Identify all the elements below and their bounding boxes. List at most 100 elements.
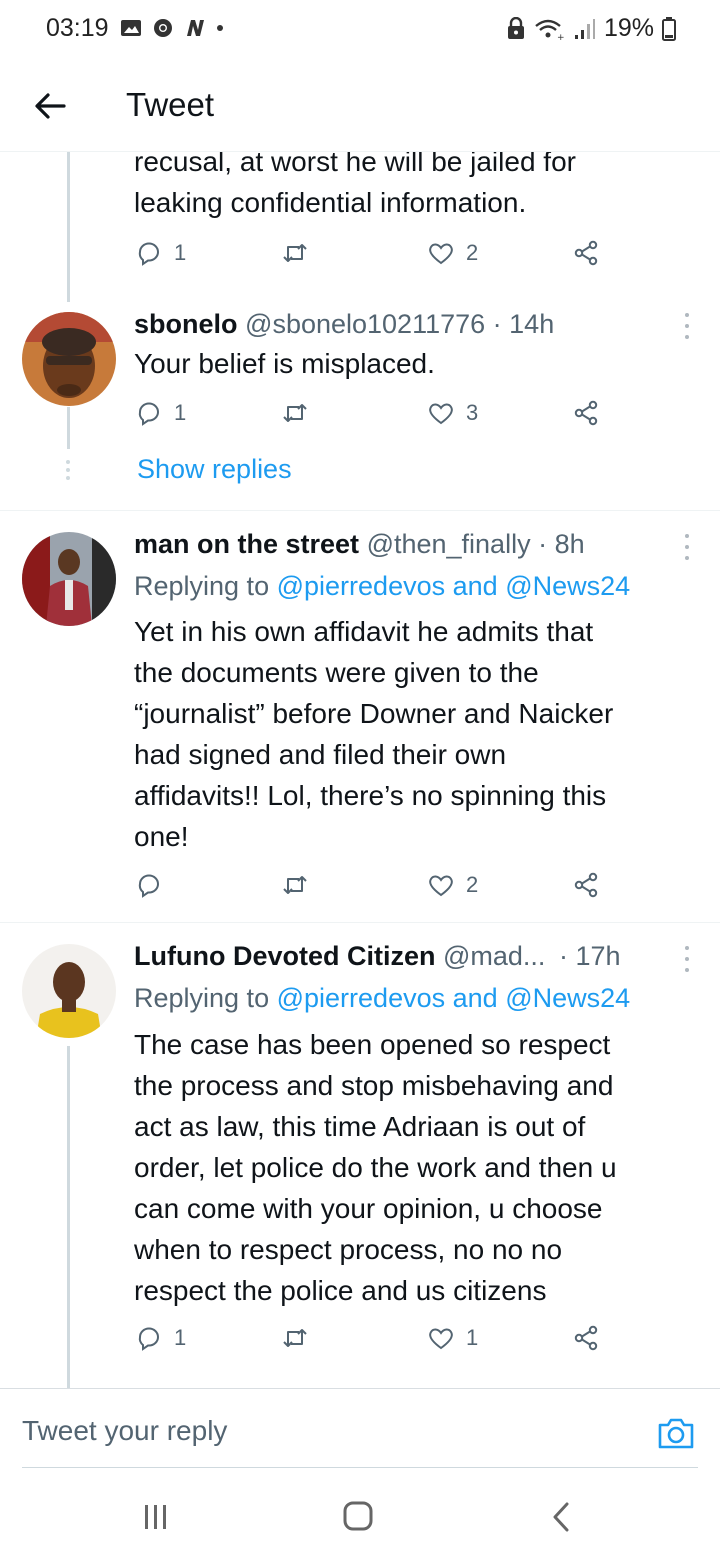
- share-button[interactable]: [572, 398, 602, 428]
- tweet-text-line: Yet in his own affidavit he admits that: [134, 616, 594, 647]
- mention-link[interactable]: @News24: [505, 983, 630, 1013]
- share-button[interactable]: [572, 1323, 602, 1353]
- reply-icon: [138, 1327, 159, 1351]
- retweet-icon: [283, 876, 307, 894]
- tweet-time: · 14h: [492, 309, 555, 339]
- divider: [22, 1467, 698, 1468]
- like-button[interactable]: 3: [426, 398, 478, 428]
- replying-and: and: [452, 571, 498, 601]
- status-bar: 03:19 + 19%: [0, 0, 720, 62]
- share-icon: [574, 400, 598, 426]
- tweet-text-line: when to respect process, no no no: [134, 1234, 563, 1265]
- avatar-image: [22, 312, 116, 406]
- like-button[interactable]: 1: [426, 1323, 478, 1353]
- author-handle[interactable]: @mad...: [443, 941, 545, 971]
- thread-dots: [66, 460, 70, 480]
- tweet-text-line: the process and stop misbehaving and: [134, 1070, 614, 1101]
- like-count: 3: [466, 400, 479, 425]
- tweet-time: · 8h: [538, 529, 585, 559]
- lock-icon: [507, 16, 524, 39]
- tweet-actions: 1 1: [134, 1323, 614, 1359]
- retweet-icon: [283, 404, 307, 422]
- share-icon: [574, 240, 598, 266]
- tweet-reply-input[interactable]: Tweet your reply: [22, 1415, 227, 1447]
- tweet-text-line: the documents were given to the: [134, 657, 539, 688]
- mention-link[interactable]: @News24: [505, 571, 630, 601]
- avatar[interactable]: [22, 312, 116, 406]
- top-app-bar: Tweet: [0, 62, 720, 152]
- retweet-button[interactable]: [280, 398, 320, 428]
- author-handle[interactable]: @sbonelo10211776: [245, 309, 485, 339]
- tweet-text-line: respect the police and us citizens: [134, 1275, 547, 1306]
- dot-icon: [217, 25, 223, 31]
- reply-count: 1: [174, 1325, 187, 1350]
- status-time: 03:19: [46, 14, 109, 42]
- heart-icon: [429, 1328, 453, 1350]
- tweet-actions: 1 3: [134, 398, 614, 434]
- tweet-actions: 2: [134, 870, 614, 906]
- author-name[interactable]: man on the street: [134, 529, 359, 559]
- retweet-button[interactable]: [280, 870, 320, 900]
- avatar-image: [22, 944, 116, 1038]
- back-arrow-icon[interactable]: [30, 86, 70, 126]
- share-button[interactable]: [572, 238, 602, 268]
- retweet-button[interactable]: [280, 238, 320, 268]
- more-options-icon[interactable]: [680, 534, 694, 560]
- tweet-text-line: had signed and filed their own: [134, 739, 507, 770]
- like-button[interactable]: 2: [426, 870, 478, 900]
- tweet-text-line: The case has been opened so respect: [134, 1029, 611, 1060]
- reply-button[interactable]: 1: [134, 1323, 186, 1353]
- tweet-text: Your belief is misplaced.: [134, 348, 435, 379]
- retweet-icon: [283, 244, 307, 262]
- tweet-feed[interactable]: recusal, at worst he will be jailed for …: [0, 152, 720, 1388]
- avatar[interactable]: [22, 532, 116, 626]
- reply-button[interactable]: 1: [134, 398, 186, 428]
- heart-icon: [429, 403, 453, 425]
- gallery-icon: [121, 20, 141, 36]
- share-icon: [574, 872, 598, 898]
- recent-apps-icon[interactable]: [136, 1500, 176, 1534]
- replying-to: Replying to @pierredevos and @News24: [134, 983, 630, 1014]
- author-handle[interactable]: @then_finally: [367, 529, 531, 559]
- system-nav-bar: [0, 1470, 720, 1560]
- mention-link[interactable]: @pierredevos: [277, 983, 446, 1013]
- reply-button[interactable]: 1: [134, 238, 186, 268]
- home-icon[interactable]: [338, 1500, 378, 1534]
- camera-icon[interactable]: [656, 1413, 696, 1453]
- tweet-text-line: leaking confidential information.: [134, 187, 527, 218]
- tweet-header: Lufuno Devoted Citizen @mad... · 17h: [134, 941, 621, 972]
- news-app-icon: [187, 20, 204, 36]
- divider: [0, 510, 720, 511]
- reply-icon: [138, 402, 159, 426]
- battery-percent: 19%: [603, 14, 654, 42]
- show-replies-link[interactable]: Show replies: [137, 454, 292, 485]
- like-count: 2: [466, 240, 479, 265]
- like-button[interactable]: 2: [426, 238, 478, 268]
- tweet-actions: 1 2: [134, 238, 614, 274]
- replying-to: Replying to @pierredevos and @News24: [134, 571, 630, 602]
- author-name[interactable]: sbonelo: [134, 309, 238, 339]
- reply-button[interactable]: [134, 870, 174, 900]
- replying-prefix: Replying to: [134, 983, 270, 1013]
- tweet-header: sbonelo @sbonelo10211776 · 14h: [134, 309, 554, 340]
- avatar[interactable]: [22, 944, 116, 1038]
- svg-text:+: +: [557, 33, 565, 41]
- status-right: + 19%: [506, 14, 676, 43]
- tweet-text-line: act as law, this time Adriaan is out of: [134, 1111, 586, 1142]
- share-button[interactable]: [572, 870, 602, 900]
- reply-icon: [138, 874, 159, 898]
- author-name[interactable]: Lufuno Devoted Citizen: [134, 941, 435, 971]
- thread-line: [67, 152, 70, 302]
- like-count: 2: [466, 872, 479, 897]
- notification-icons: [120, 18, 224, 38]
- more-options-icon[interactable]: [680, 946, 694, 972]
- thread-line: [67, 1046, 70, 1388]
- mention-link[interactable]: @pierredevos: [277, 571, 446, 601]
- more-options-icon[interactable]: [680, 313, 694, 339]
- retweet-button[interactable]: [280, 1323, 320, 1353]
- chrome-icon: [154, 19, 172, 37]
- tweet-text-line: affidavits!! Lol, there’s no spinning th…: [134, 780, 607, 811]
- tweet-time: · 17h: [558, 941, 621, 971]
- tweet-text-line: order, let police do the work and then u: [134, 1152, 617, 1183]
- back-nav-icon[interactable]: [542, 1500, 582, 1534]
